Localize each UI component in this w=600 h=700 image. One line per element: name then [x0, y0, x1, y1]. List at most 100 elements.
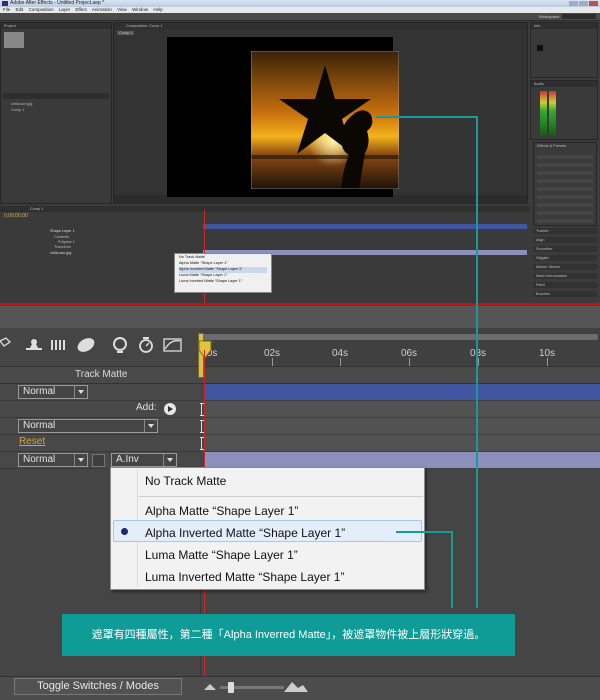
brainstorm-icon[interactable] [110, 336, 130, 354]
color-swatch [537, 45, 543, 51]
layer-row-transform-switches: Reset [0, 435, 200, 452]
current-time-indicator-icon[interactable] [198, 340, 212, 359]
layer-row-contents-switches: Add: [0, 401, 200, 418]
shy-layers-icon[interactable] [24, 336, 44, 354]
selected-radio-icon [121, 528, 128, 535]
mini-timeline-tab[interactable]: Comp 1 [30, 207, 43, 211]
menu-item-luma-inverted-matte[interactable]: Luma Inverted Matte “Shape Layer 1” [145, 570, 344, 584]
mini-bar-shape[interactable] [203, 224, 527, 229]
project-panel: Project child-sun.jpg Comp 1 [0, 22, 112, 204]
maximize-icon[interactable] [579, 1, 588, 6]
layer-bar-shape[interactable] [205, 384, 600, 401]
menu-help[interactable]: Help [153, 7, 162, 12]
composition-viewer[interactable] [167, 37, 399, 197]
track-matte-select[interactable]: A.Inv [111, 453, 177, 467]
toggle-switches-modes-button[interactable]: Toggle Switches / Modes [14, 678, 182, 695]
mini-layer-transform[interactable]: Transform [54, 245, 71, 249]
menu-view[interactable]: View [117, 7, 127, 12]
blend-mode-select[interactable]: Normal [18, 385, 88, 399]
chevron-down-icon [74, 454, 87, 466]
window-titlebar: Adobe After Effects - Untitled Project.a… [0, 0, 600, 7]
footage-mode-value: Normal [23, 454, 56, 465]
zoom-slider[interactable] [200, 678, 310, 696]
mini-layer-shape[interactable]: Shape Layer 1 [50, 229, 75, 233]
menu-item-luma-matte[interactable]: Luma Matte “Shape Layer 1” [145, 548, 298, 562]
menu-item-no-track-matte[interactable]: No Track Matte [145, 474, 226, 488]
mask-interpolation-tab[interactable]: Mask Interpolation [536, 274, 567, 278]
track-matte-column-label[interactable]: Track Matte [75, 369, 127, 380]
wiggler-tab[interactable]: Wiggler [536, 256, 549, 260]
footage-mode-select[interactable]: Normal [18, 453, 88, 467]
info-tab-label: Info [534, 24, 541, 28]
after-effects-logo-icon [2, 1, 8, 6]
property-track-polystar [205, 418, 600, 435]
callout-line-vertical-left [451, 531, 453, 608]
track-matte-value: A.Inv [116, 454, 139, 465]
menu-edit[interactable]: Edit [16, 7, 24, 12]
menu-composition[interactable]: Composition [29, 7, 54, 12]
time-ruler[interactable]: 0s 02s 04s 06s 08s 10s [200, 328, 600, 366]
layer-row-contents: Add: [0, 401, 600, 418]
reset-link[interactable]: Reset [19, 436, 45, 447]
layer-column-header: Track Matte [0, 366, 200, 384]
add-menu-icon[interactable] [164, 403, 176, 415]
annotation-text: 遮罩有四種屬性，第二種「Alpha Inverred Matte」，被遮罩物件被… [91, 629, 486, 641]
menu-layer[interactable]: Layer [59, 7, 70, 12]
menu-window[interactable]: Window [132, 7, 148, 12]
property-track-transform [205, 435, 600, 452]
frame-blending-icon[interactable] [49, 336, 69, 354]
effects-category-list[interactable] [537, 151, 593, 225]
align-tab[interactable]: Align [536, 238, 544, 242]
project-item-footage[interactable]: child-sun.jpg [11, 102, 32, 106]
chevron-down-icon [144, 420, 157, 432]
menu-effect[interactable]: Effect [75, 7, 86, 12]
window-controls [569, 1, 598, 6]
project-item-comp[interactable]: Comp 1 [11, 108, 24, 112]
layer-row-polystar-switches: Normal [0, 418, 200, 435]
motion-sketch-tab[interactable]: Motion Sketch [536, 265, 560, 269]
effects-tab-label: Effects & Presets [537, 144, 567, 148]
collapsed-panels: Tracker Align Smoother Wiggler Motion Sk… [533, 228, 597, 304]
tracker-tab[interactable]: Tracker [536, 229, 549, 233]
menu-separator [139, 496, 423, 497]
graph-editor-icon[interactable] [163, 336, 183, 354]
work-area-bar[interactable] [202, 334, 598, 340]
layer-row-shape: Normal [0, 384, 600, 401]
paint-tab[interactable]: Paint [536, 283, 545, 287]
project-tab-label: Project [4, 24, 16, 28]
brushes-tab[interactable]: Brushes [536, 292, 550, 296]
polystar-mode-select[interactable]: Normal [18, 419, 158, 433]
polystar-mode-value: Normal [23, 420, 56, 431]
workspace-select[interactable] [562, 14, 596, 19]
effects-presets-panel: Effects & Presets [533, 142, 597, 226]
info-panel-tab[interactable] [531, 23, 597, 29]
close-icon[interactable] [589, 1, 598, 6]
motion-blur-icon[interactable] [76, 336, 96, 354]
smoother-tab[interactable]: Smoother [536, 247, 552, 251]
mini-layer-polystar[interactable]: Polystar 1 [58, 240, 75, 244]
menu-file[interactable]: File [3, 7, 10, 12]
tools-bar: Workspace: [0, 13, 600, 21]
layer-row-polystar: Normal [0, 418, 600, 435]
preserve-transparency-checkbox[interactable] [92, 454, 105, 467]
minimize-icon[interactable] [569, 1, 578, 6]
auto-keyframe-icon[interactable] [136, 336, 156, 354]
mini-dd-item-4[interactable]: Luma Inverted Matte “Shape Layer 1” [179, 279, 267, 285]
divider-gap [0, 306, 600, 328]
zoom-slider-thumb [228, 682, 234, 693]
mini-layer-contents[interactable]: Contents [54, 235, 69, 239]
callout-line-vertical-right [476, 116, 478, 608]
mini-timecode[interactable]: 0;00;00;00 [4, 214, 28, 219]
audio-meter-left [540, 91, 547, 136]
tutorial-screenshot: Adobe After Effects - Untitled Project.a… [0, 0, 600, 700]
composition-panel-tab[interactable] [114, 23, 527, 29]
menu-item-alpha-matte[interactable]: Alpha Matte “Shape Layer 1” [145, 504, 298, 518]
audio-meter-right [549, 91, 556, 136]
menu-animation[interactable]: Animation [92, 7, 112, 12]
mini-layer-footage[interactable]: child-sun.jpg [50, 251, 71, 255]
draft-3d-icon[interactable] [0, 336, 20, 354]
callout-line-menu [396, 531, 453, 533]
comp-breadcrumb[interactable]: Comp 1 [117, 31, 135, 35]
project-panel-tab[interactable] [1, 23, 111, 29]
menu-item-alpha-inverted-matte[interactable]: Alpha Inverted Matte “Shape Layer 1” [145, 526, 345, 540]
